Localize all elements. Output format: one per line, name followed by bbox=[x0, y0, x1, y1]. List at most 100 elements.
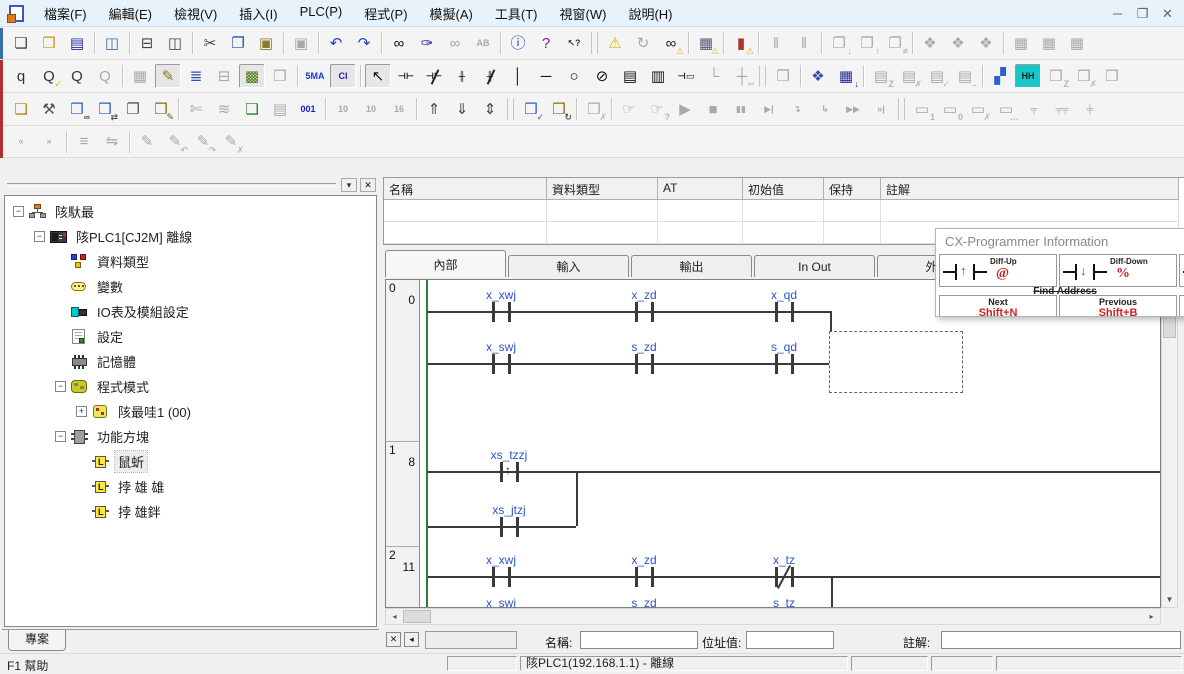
copy-button[interactable]: ❐ bbox=[225, 31, 251, 55]
table-cell[interactable] bbox=[881, 200, 1179, 222]
find-replace-button[interactable]: ✑ bbox=[414, 31, 440, 55]
coil-nc-button[interactable]: ⊘ bbox=[589, 64, 615, 88]
address-reference-button[interactable]: ▞ bbox=[987, 64, 1013, 88]
step-in-button[interactable]: ↴ bbox=[784, 97, 810, 121]
window-x-button[interactable]: ❒✗ bbox=[1071, 64, 1097, 88]
delete-line-button[interactable]: ┼✂ bbox=[729, 64, 755, 88]
fb-invocation-button[interactable]: ⊣▭ bbox=[673, 64, 699, 88]
select-tool-button[interactable]: ↖ bbox=[365, 64, 391, 88]
contact-x_qd-bar[interactable] bbox=[791, 302, 794, 322]
tree-item-data-types[interactable]: 資料類型 bbox=[5, 249, 376, 274]
rung-annotation-button[interactable]: ≣ bbox=[183, 64, 209, 88]
watch-close-button[interactable]: ✕ bbox=[386, 632, 401, 647]
info-button[interactable]: ⓘ bbox=[505, 31, 531, 55]
edit-pen-button[interactable]: ✎ bbox=[134, 130, 160, 154]
contact-x_xwj-bar[interactable] bbox=[508, 567, 511, 587]
column-header-2[interactable]: 資料類型 bbox=[547, 178, 658, 200]
table-cell[interactable] bbox=[658, 222, 743, 244]
tab-project[interactable]: 專案 bbox=[8, 630, 66, 651]
menu-insert[interactable]: 插入(I) bbox=[228, 0, 288, 28]
mem-transfer-3-button[interactable]: ▤✓ bbox=[924, 64, 950, 88]
menu-program[interactable]: 程式(P) bbox=[353, 0, 418, 28]
horizontal-line-button[interactable]: ─ bbox=[533, 64, 559, 88]
set-value-up-button[interactable]: ⇑ bbox=[421, 97, 447, 121]
print-button[interactable]: ⊟ bbox=[134, 31, 160, 55]
tree-item-program-1[interactable]: +陔最哇1 (00) bbox=[5, 399, 376, 424]
expander-program-1[interactable]: + bbox=[76, 406, 87, 417]
ci-view-button[interactable]: CI bbox=[330, 64, 356, 88]
ladder-vertical-scrollbar[interactable]: ▲ ▼ bbox=[1161, 279, 1178, 608]
zoom-tool-button[interactable]: q bbox=[8, 64, 34, 88]
menu-file[interactable]: 檔案(F) bbox=[33, 0, 98, 28]
compare-with-plc-button[interactable]: ❐≠ bbox=[882, 31, 908, 55]
new-button[interactable]: ❏ bbox=[8, 31, 34, 55]
contact-s_qd[interactable] bbox=[775, 354, 778, 374]
contact-xs_jtzj[interactable] bbox=[500, 517, 503, 537]
or-contact-no-button[interactable]: ╫ bbox=[449, 64, 475, 88]
contact-x_swj-bar[interactable] bbox=[508, 354, 511, 374]
restore-button[interactable]: ❐ bbox=[1130, 3, 1155, 25]
tab-input[interactable]: 輸入 bbox=[508, 255, 629, 277]
menu-view[interactable]: 檢視(V) bbox=[163, 0, 228, 28]
upload-from-plc-button[interactable]: ❐↑ bbox=[854, 31, 880, 55]
watch-address-input[interactable] bbox=[746, 631, 834, 649]
set-value-down-button[interactable]: ⇓ bbox=[449, 97, 475, 121]
tab-output[interactable]: 輸出 bbox=[631, 255, 752, 277]
sim-run-button[interactable]: ▶ bbox=[672, 97, 698, 121]
find-report-warning-button[interactable]: ∞⚠ bbox=[658, 31, 684, 55]
contact-x_xwj-bar[interactable] bbox=[508, 302, 511, 322]
sim-pause-button[interactable]: ▮▮ bbox=[728, 97, 754, 121]
pen-redo-button[interactable]: ✎↷ bbox=[190, 130, 216, 154]
scroll-right-button[interactable]: ▸ bbox=[1144, 609, 1159, 624]
sim-stop-button[interactable]: ■ bbox=[700, 97, 726, 121]
compile-button[interactable]: ⚠ bbox=[602, 31, 628, 55]
panel-close-button[interactable]: ✕ bbox=[360, 178, 376, 192]
cascade-windows-button[interactable]: ❏ bbox=[8, 97, 34, 121]
tree-item-fb-2[interactable]: L挬 雄 雄 bbox=[5, 474, 376, 499]
column-header-5[interactable]: 保持 bbox=[824, 178, 881, 200]
work-online-simulator-button[interactable]: ☞ bbox=[616, 97, 642, 121]
menu-plc[interactable]: PLC(P) bbox=[289, 0, 354, 28]
ladder-editor[interactable]: 0018211x_xwjx_zdx_qdx_swjs_zds_qdxs_tzzj… bbox=[385, 279, 1161, 608]
instruction-box-button[interactable]: ▤ bbox=[617, 64, 643, 88]
table-cell[interactable] bbox=[824, 200, 881, 222]
continuous-step-run-button[interactable]: ▶▶ bbox=[840, 97, 866, 121]
vertical-line-button[interactable]: │ bbox=[505, 64, 531, 88]
grey-doc-button[interactable]: ▤ bbox=[267, 97, 293, 121]
program-check-options-button[interactable]: ▦⚠ bbox=[693, 31, 719, 55]
contact-x_zd[interactable] bbox=[635, 567, 638, 587]
window-edge-button[interactable]: ❒ bbox=[1099, 64, 1125, 88]
menu-window[interactable]: 視窗(W) bbox=[549, 0, 618, 28]
contact-x_swj[interactable] bbox=[492, 354, 495, 374]
table-cell[interactable] bbox=[547, 200, 658, 222]
contact-xs_tzzj[interactable] bbox=[500, 462, 503, 482]
step-out-button[interactable]: ↳ bbox=[812, 97, 838, 121]
contact-x_qd[interactable] bbox=[775, 302, 778, 322]
stacked-sheets-button[interactable]: ❖ bbox=[805, 64, 831, 88]
watch-window-button[interactable]: ❒∞ bbox=[64, 97, 90, 121]
table-cell[interactable] bbox=[743, 200, 824, 222]
download-to-plc-button[interactable]: ❐↓ bbox=[826, 31, 852, 55]
contact-xs_jtzj-bar[interactable] bbox=[516, 517, 519, 537]
panel-dropdown-button[interactable]: ▾ bbox=[341, 178, 357, 192]
menu-help[interactable]: 說明(H) bbox=[617, 0, 683, 28]
partial-upload-button[interactable]: ❖ bbox=[945, 31, 971, 55]
minimize-button[interactable]: ─ bbox=[1105, 3, 1130, 25]
io-table-1-button[interactable]: ▦ bbox=[1008, 31, 1034, 55]
mem-transfer-2-button[interactable]: ▤✗ bbox=[896, 64, 922, 88]
column-header-4[interactable]: 初始值 bbox=[743, 178, 824, 200]
menu-tools[interactable]: 工具(T) bbox=[484, 0, 549, 28]
window-z-button[interactable]: ❒Z bbox=[1043, 64, 1069, 88]
contact-x_xwj[interactable] bbox=[492, 567, 495, 587]
watch-prev-button[interactable]: ◂ bbox=[404, 632, 419, 647]
differential-monitor-1-button[interactable]: ╤ bbox=[1021, 97, 1047, 121]
close-button[interactable]: ✕ bbox=[1155, 3, 1180, 25]
indent-left-button[interactable]: « bbox=[8, 130, 34, 154]
properties-button[interactable]: ❒✎ bbox=[148, 97, 174, 121]
zoom-check-button[interactable]: Q✓ bbox=[36, 64, 62, 88]
window-save-button[interactable]: ❒✓ bbox=[518, 97, 544, 121]
table-row[interactable] bbox=[384, 200, 1184, 222]
undo-button[interactable]: ↶ bbox=[323, 31, 349, 55]
column-header-1[interactable]: 名稱 bbox=[384, 178, 547, 200]
address-grid-button[interactable]: ▦↓ bbox=[833, 64, 859, 88]
